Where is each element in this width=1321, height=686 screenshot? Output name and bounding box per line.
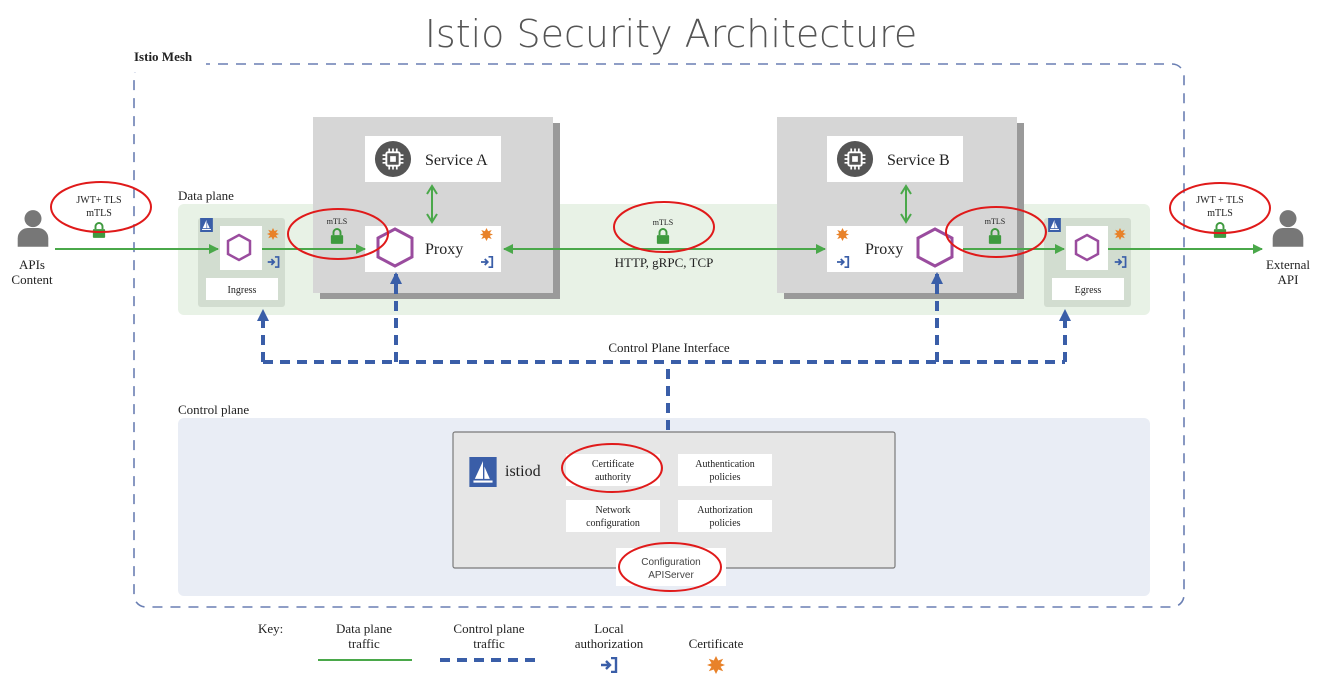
service-b-name: Service B — [887, 152, 950, 169]
control-plane-interface-label: Control Plane Interface — [608, 340, 730, 355]
right-badge-line2: mTLS — [1207, 208, 1233, 219]
service-a-mtls-label: mTLS — [327, 217, 347, 226]
control-plane-label: Control plane — [178, 402, 249, 417]
authorization-policies-line1: Authorization — [697, 505, 753, 516]
certificate-authority-line1: Certificate — [592, 459, 635, 470]
service-a-proxy-label: Proxy — [425, 241, 463, 258]
certificate-authority-line2: authority — [595, 472, 631, 483]
key-certificate-label: Certificate — [689, 636, 744, 651]
egress-label: Egress — [1075, 285, 1102, 296]
page-title: Istio Security Architecture — [425, 12, 918, 56]
key-certificate-icon — [707, 656, 725, 674]
istio-logo-icon — [469, 457, 497, 487]
left-badge-line2: mTLS — [86, 208, 112, 219]
ingress-label: Ingress — [228, 285, 257, 296]
key-data-line2: traffic — [348, 636, 380, 651]
chip-icon — [374, 140, 412, 178]
authorization-policies-line2: policies — [709, 518, 740, 529]
authentication-policies-line1: Authentication — [695, 459, 754, 470]
left-badge-line1: JWT+ TLS — [76, 195, 121, 206]
key-control-line2: traffic — [473, 636, 505, 651]
key-local-line1: Local — [594, 621, 624, 636]
mesh-label: Istio Mesh — [134, 49, 193, 64]
authentication-policies-line2: policies — [709, 472, 740, 483]
center-mtls-label: mTLS — [653, 218, 673, 227]
istiod-box — [452, 431, 896, 569]
left-actor-line1: APIs — [19, 257, 45, 272]
left-actor-line2: Content — [11, 272, 53, 287]
right-actor-line1: External — [1266, 257, 1310, 272]
configuration-apiserver-line1: Configuration — [641, 557, 700, 568]
istio-logo-icon — [1048, 218, 1061, 232]
configuration-apiserver-line2: APIServer — [648, 570, 694, 581]
key-authz-icon — [600, 657, 618, 673]
protocols-label: HTTP, gRPC, TCP — [615, 255, 714, 270]
istio-security-diagram: Istio Security Architecture Istio Mesh D… — [11, 12, 1310, 674]
key-data-line1: Data plane — [336, 621, 392, 636]
chip-icon — [836, 140, 874, 178]
left-lock-icon — [92, 222, 106, 238]
network-configuration-line1: Network — [596, 505, 631, 516]
service-a-name: Service A — [425, 152, 488, 169]
data-plane-label: Data plane — [178, 188, 234, 203]
user-icon — [17, 210, 49, 247]
user-icon — [1272, 210, 1304, 247]
right-lock-icon — [1213, 222, 1227, 238]
service-b-proxy-label: Proxy — [865, 241, 903, 258]
key-control-line1: Control plane — [453, 621, 524, 636]
network-configuration-line2: configuration — [586, 518, 640, 529]
service-b-mtls-label: mTLS — [985, 217, 1005, 226]
key-local-line2: authorization — [575, 636, 644, 651]
istio-logo-icon — [200, 218, 213, 232]
key-label: Key: — [258, 621, 283, 636]
right-badge-line1: JWT + TLS — [1196, 195, 1244, 206]
right-actor-line2: API — [1278, 272, 1299, 287]
istiod-name: istiod — [505, 463, 541, 480]
